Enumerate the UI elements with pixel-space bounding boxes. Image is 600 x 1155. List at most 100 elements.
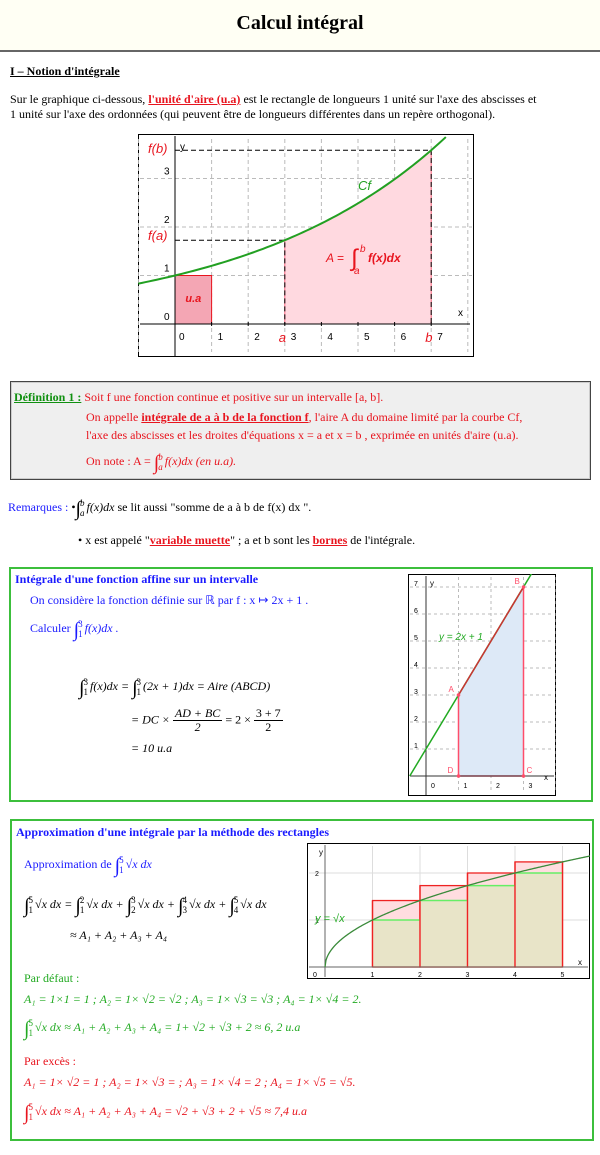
y-tick-label: 2 xyxy=(414,716,418,723)
lower-rectangle xyxy=(420,900,467,967)
approx-statement: Approximation de ∫ 5 1 √x dx xyxy=(24,854,152,877)
lower-rectangle xyxy=(373,920,420,967)
x-tick-label: 0 xyxy=(313,972,317,979)
definition-text: On note : A = xyxy=(86,453,154,468)
x-tick-label: 4 xyxy=(513,972,517,979)
point-label-a: A xyxy=(449,685,455,694)
x-tick-label: 5 xyxy=(561,972,565,979)
definition-line-4: On note : A = ∫ b a f(x)dx (en u.a). xyxy=(86,452,237,473)
point-c xyxy=(521,774,526,778)
x-tick-label: 3 xyxy=(529,783,533,790)
example-rectangles-box: Approximation d'une intégrale par la mét… xyxy=(10,819,594,1141)
definition-line-1: Définition 1 : Soit f une fonction conti… xyxy=(14,390,383,405)
remark-1: Remarques : •∫ b a f(x)dx se lit aussi "som… xyxy=(8,498,312,519)
y-axis-label: y xyxy=(180,142,185,153)
calc-line-3: = 10 u.a xyxy=(131,741,173,755)
definition-line-2: On appelle intégrale de a à b de la fonc… xyxy=(86,410,522,425)
x-axis-label: x xyxy=(544,773,548,782)
point-a xyxy=(456,693,461,697)
x-tick-label: 2 xyxy=(254,332,260,343)
intro-text: Sur le graphique ci-dessous, xyxy=(10,92,149,106)
definition-line-3: l'axe des abscisses et les droites d'équ… xyxy=(86,428,519,442)
curve-label: y = √x xyxy=(314,913,345,925)
decomposition-line: ∫ 5 1 √x dx = ∫ 2 1 √x dx + ∫ 3 2 √x dx + ∫ 4 3 √x d… xyxy=(24,894,267,917)
remark-text: • x est appelé " xyxy=(78,533,150,547)
example-affine-box: Intégrale d'une fonction affine sur un i… xyxy=(9,567,593,802)
definition-label: Définition 1 : xyxy=(14,390,82,404)
remark-text: " ; a et b sont les xyxy=(230,533,313,547)
definition-text: f(x)dx (en u.a). xyxy=(164,453,237,468)
remark-2: • x est appelé "variable muette" ; a et … xyxy=(78,533,415,548)
page-title: Calcul intégral xyxy=(236,12,364,34)
remark-text: de l'intégrale. xyxy=(347,533,416,547)
point-d xyxy=(456,774,461,778)
y-tick-label: 2 xyxy=(315,871,319,878)
y-tick-label: 6 xyxy=(414,608,418,615)
lower-rectangle xyxy=(468,885,515,967)
integrand: f(x)dx xyxy=(86,499,115,514)
x-tick-label: 3 xyxy=(291,332,297,343)
definition-text: , l'aire A du domaine limité par la cour… xyxy=(308,410,523,424)
definition-box: Définition 1 : Soit f une fonction conti… xyxy=(10,381,591,480)
remarks-label: Remarques : xyxy=(8,499,69,514)
integral-limits: ba xyxy=(80,498,85,518)
defaut-sum: ∫ 5 1 √x dx ≈ A₁ + A₂ + A₃ + A₄ = 1+ √2 + √… xyxy=(24,1017,301,1040)
definition-text: Soit f une fonction continue et positive… xyxy=(81,390,384,404)
fb-label: f(b) xyxy=(148,141,168,156)
b-label: b xyxy=(425,330,432,345)
exces-sum: ∫ 5 1 √x dx ≈ A₁ + A₂ + A₃ + A₄ = √2 + √3 +… xyxy=(24,1101,307,1124)
y-tick-label: 1 xyxy=(164,264,170,275)
x-tick-label: 0 xyxy=(431,783,435,790)
unit-area-term: l'unité d'aire (u.a) xyxy=(148,92,241,106)
point-label-c: C xyxy=(527,766,533,775)
term-bornes: bornes xyxy=(312,533,348,547)
exces-values: A₁ = 1× √2 = 1 ; A₂ = 1× √3 = ; A₃ = 1× … xyxy=(24,1075,356,1089)
area-label: A = xyxy=(325,251,344,265)
intro-paragraph: Sur le graphique ci-dessous, l'unité d'a… xyxy=(10,92,590,122)
y-tick-label: 7 xyxy=(414,581,418,588)
defaut-values: A₁ = 1×1 = 1 ; A₂ = 1× √2 = √2 ; A₃ = 1×… xyxy=(24,992,362,1006)
definition-text: On appelle xyxy=(86,410,142,424)
y-tick-label: 1 xyxy=(414,743,418,750)
graph-affine: 0 1 2 3 1 2 3 4 5 6 7 A B C D x y y = 2x + 1 xyxy=(408,574,556,796)
x-tick-label: 1 xyxy=(218,332,224,343)
lower-rectangle xyxy=(515,873,562,967)
integral-upper: b xyxy=(360,244,366,255)
x-axis-label: x xyxy=(458,308,463,319)
point-label-d: D xyxy=(448,766,454,775)
curve-label: Cf xyxy=(358,178,372,193)
fa-label: f(a) xyxy=(148,228,168,243)
point-b xyxy=(521,585,526,589)
line-label: y = 2x + 1 xyxy=(438,632,483,643)
point-label-b: B xyxy=(515,577,520,586)
calc-line-2: = DC × AD + BC 2 = 2 × 3 + 72 xyxy=(131,706,283,734)
x-tick-label: 3 xyxy=(466,972,470,979)
y-tick-label: 3 xyxy=(164,167,170,178)
x-tick-label: 4 xyxy=(327,332,333,343)
x-tick-label: 7 xyxy=(437,332,443,343)
example-title: Approximation d'une intégrale par la mét… xyxy=(16,825,329,839)
x-tick-label: 2 xyxy=(496,783,500,790)
example-statement: On considère la fonction définie sur ℝ p… xyxy=(30,593,309,607)
approx-sum: ≈ A₁ + A₂ + A₃ + A₄ xyxy=(70,928,168,942)
unit-area-label: u.a xyxy=(185,293,201,305)
graph-integral-area: u.a 0 1 2 3 4 5 6 7 0 1 2 3 x y a b f(a) f(b) Cf A… xyxy=(138,134,474,357)
x-tick-label: 1 xyxy=(371,972,375,979)
section-heading: I – Notion d'intégrale xyxy=(10,64,120,78)
integral-limits: ba xyxy=(158,452,163,472)
remark-text: se lit aussi "somme de a à b de f(x) dx … xyxy=(114,499,312,514)
definition-term: intégrale de a à b de la fonction f xyxy=(141,410,309,424)
y-axis-label: y xyxy=(319,848,323,857)
par-defaut-label: Par défaut : xyxy=(24,971,80,985)
x-axis-label: x xyxy=(578,958,582,967)
x-tick-label: 1 xyxy=(464,783,468,790)
y-tick-label: 4 xyxy=(414,662,418,669)
page-header: Calcul intégral xyxy=(0,0,600,52)
integral-lower: a xyxy=(354,266,360,277)
a-label: a xyxy=(279,330,286,345)
par-exces-label: Par excès : xyxy=(24,1054,76,1068)
y-tick-label: 0 xyxy=(164,312,170,323)
y-tick-label: 3 xyxy=(414,689,418,696)
example-question: Calculer ∫ 3 1 f(x)dx . xyxy=(30,618,119,641)
x-tick-label: 0 xyxy=(179,332,185,343)
